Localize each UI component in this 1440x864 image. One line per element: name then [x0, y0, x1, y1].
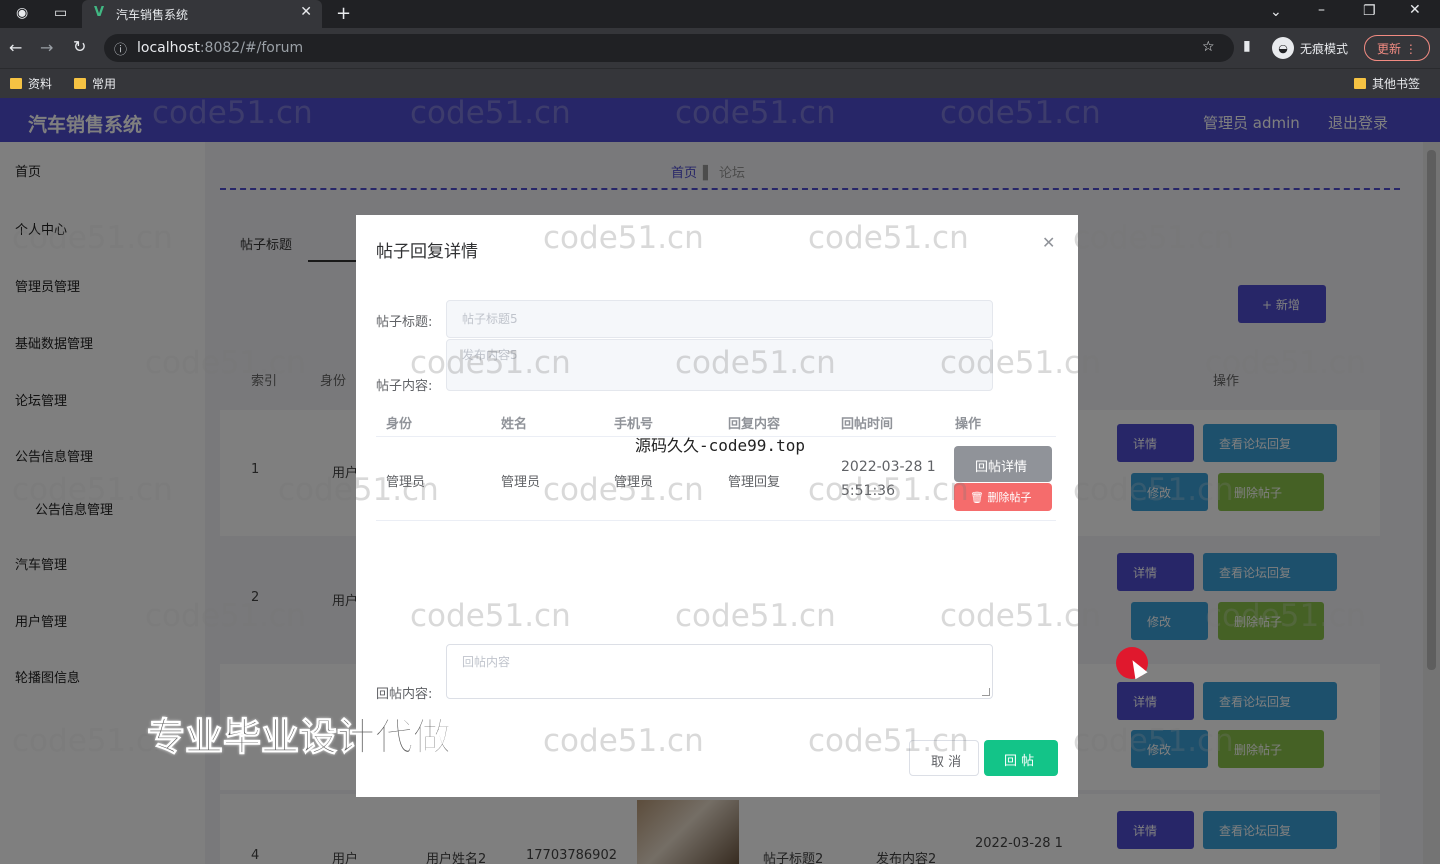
folder-icon [10, 78, 22, 89]
incognito-label: 无痕模式 [1300, 41, 1349, 56]
tab-list-icon[interactable]: ▭ [54, 5, 67, 21]
watermark: code51.cn [940, 95, 1101, 131]
incognito-icon: ◒ [1272, 37, 1294, 59]
watermark: code51.cn [152, 95, 313, 131]
watermark: code51.cn [940, 345, 1101, 381]
close-window-icon[interactable]: ✕ [1409, 2, 1421, 18]
tab-title: 汽车销售系统 [116, 8, 189, 22]
watermark: code51.cn [12, 472, 173, 508]
column-header: 操作 [955, 417, 982, 432]
other-bookmarks[interactable]: 其他书签 [1354, 75, 1420, 92]
close-icon[interactable]: ✕ [1042, 233, 1055, 252]
promo-overlay-text: 专业毕业设计代做 [146, 715, 452, 760]
watermark: code51.cn [12, 220, 173, 256]
reply-name: 管理员 [501, 475, 541, 490]
watermark: code51.cn [278, 472, 439, 508]
restore-icon[interactable]: ❐ [1363, 3, 1376, 19]
watermark: code51.cn [808, 220, 969, 256]
watermark: code51.cn [1073, 723, 1234, 759]
watermark: code51.cn [410, 598, 571, 634]
chevron-down-icon[interactable]: ⌄ [1270, 4, 1282, 20]
reply-content-placeholder: 回帖内容 [462, 655, 511, 669]
minimize-icon[interactable]: – [1318, 2, 1325, 18]
watermark: code51.cn [808, 472, 969, 508]
post-title-field: 帖子标题5 [446, 300, 993, 338]
watermark: code51.cn [675, 345, 836, 381]
address-bar-row: ← → ↻ ⓘ localhost:8082/#/forum ☆ ▮ ◒ 无痕模… [0, 28, 1440, 68]
table-divider [376, 520, 1056, 521]
post-title-label: 帖子标题: [376, 315, 433, 330]
folder-icon [74, 78, 86, 89]
watermark: code51.cn [145, 345, 306, 381]
folder-icon [1354, 78, 1366, 89]
vue-logo-icon: V [94, 5, 105, 20]
watermark: code51.cn [1205, 598, 1366, 634]
watermark: code51.cn [145, 598, 306, 634]
update-button[interactable]: 更新 ⋮ [1364, 35, 1430, 61]
reply-content-input[interactable]: 回帖内容 [446, 644, 993, 699]
watermark: code51.cn [675, 95, 836, 131]
watermark: code51.cn [410, 345, 571, 381]
close-tab-icon[interactable]: ✕ [300, 4, 312, 20]
reply-content-label: 回帖内容: [376, 687, 433, 702]
reply-detail-dialog: 帖子回复详情 ✕ 帖子标题: 帖子标题5 帖子内容: 发布内容5 身份 姓名 手… [356, 215, 1078, 797]
bookmarks-bar: 资料 常用 其他书签 [0, 68, 1440, 98]
watermark: code51.cn [808, 723, 969, 759]
bookmark-folder[interactable]: 常用 [74, 75, 116, 92]
watermark: code51.cn [1073, 472, 1234, 508]
column-header: 回帖时间 [841, 417, 894, 432]
reply-content: 管理回复 [728, 475, 781, 490]
new-tab-icon[interactable]: + [336, 3, 351, 24]
dialog-title: 帖子回复详情 [376, 242, 478, 262]
watermark: code51.cn [543, 472, 704, 508]
watermark: code51.cn [675, 598, 836, 634]
reload-icon[interactable]: ↻ [73, 37, 86, 56]
column-header: 手机号 [614, 417, 654, 432]
watermark: code51.cn [543, 220, 704, 256]
globe-icon[interactable]: ◉ [16, 5, 28, 21]
url-field[interactable]: ⓘ localhost:8082/#/forum ☆ [104, 34, 1234, 62]
trash-icon: 🗑 [970, 491, 984, 504]
watermark: code51.cn [410, 95, 571, 131]
watermark: code51.cn [1205, 345, 1366, 381]
bookmark-star-icon[interactable]: ☆ [1202, 39, 1215, 55]
watermark: code51.cn [543, 723, 704, 759]
incognito-indicator[interactable]: ◒ 无痕模式 [1272, 34, 1348, 62]
bookmark-folder[interactable]: 资料 [10, 75, 52, 92]
column-header: 回复内容 [728, 417, 781, 432]
column-header: 姓名 [501, 417, 528, 432]
sidepanel-icon[interactable]: ▮ [1243, 38, 1251, 54]
browser-tab[interactable]: V 汽车销售系统 ✕ [82, 0, 322, 28]
watermark: code51.cn [940, 598, 1101, 634]
url-text: localhost:8082/#/forum [137, 40, 304, 56]
forward-icon[interactable]: → [40, 38, 53, 57]
resize-handle-icon[interactable] [982, 688, 990, 696]
overlay-code-text: 源码久久-code99.top [635, 436, 805, 455]
browser-tab-strip: ◉ ▭ V 汽车销售系统 ✕ + ⌄ – ❐ ✕ [0, 0, 1440, 28]
watermark: code51.cn [1073, 220, 1234, 256]
site-info-icon[interactable]: ⓘ [114, 39, 127, 58]
back-icon[interactable]: ← [9, 38, 22, 57]
column-header: 身份 [386, 417, 413, 432]
submit-reply-button[interactable]: 回 帖 [984, 740, 1058, 776]
